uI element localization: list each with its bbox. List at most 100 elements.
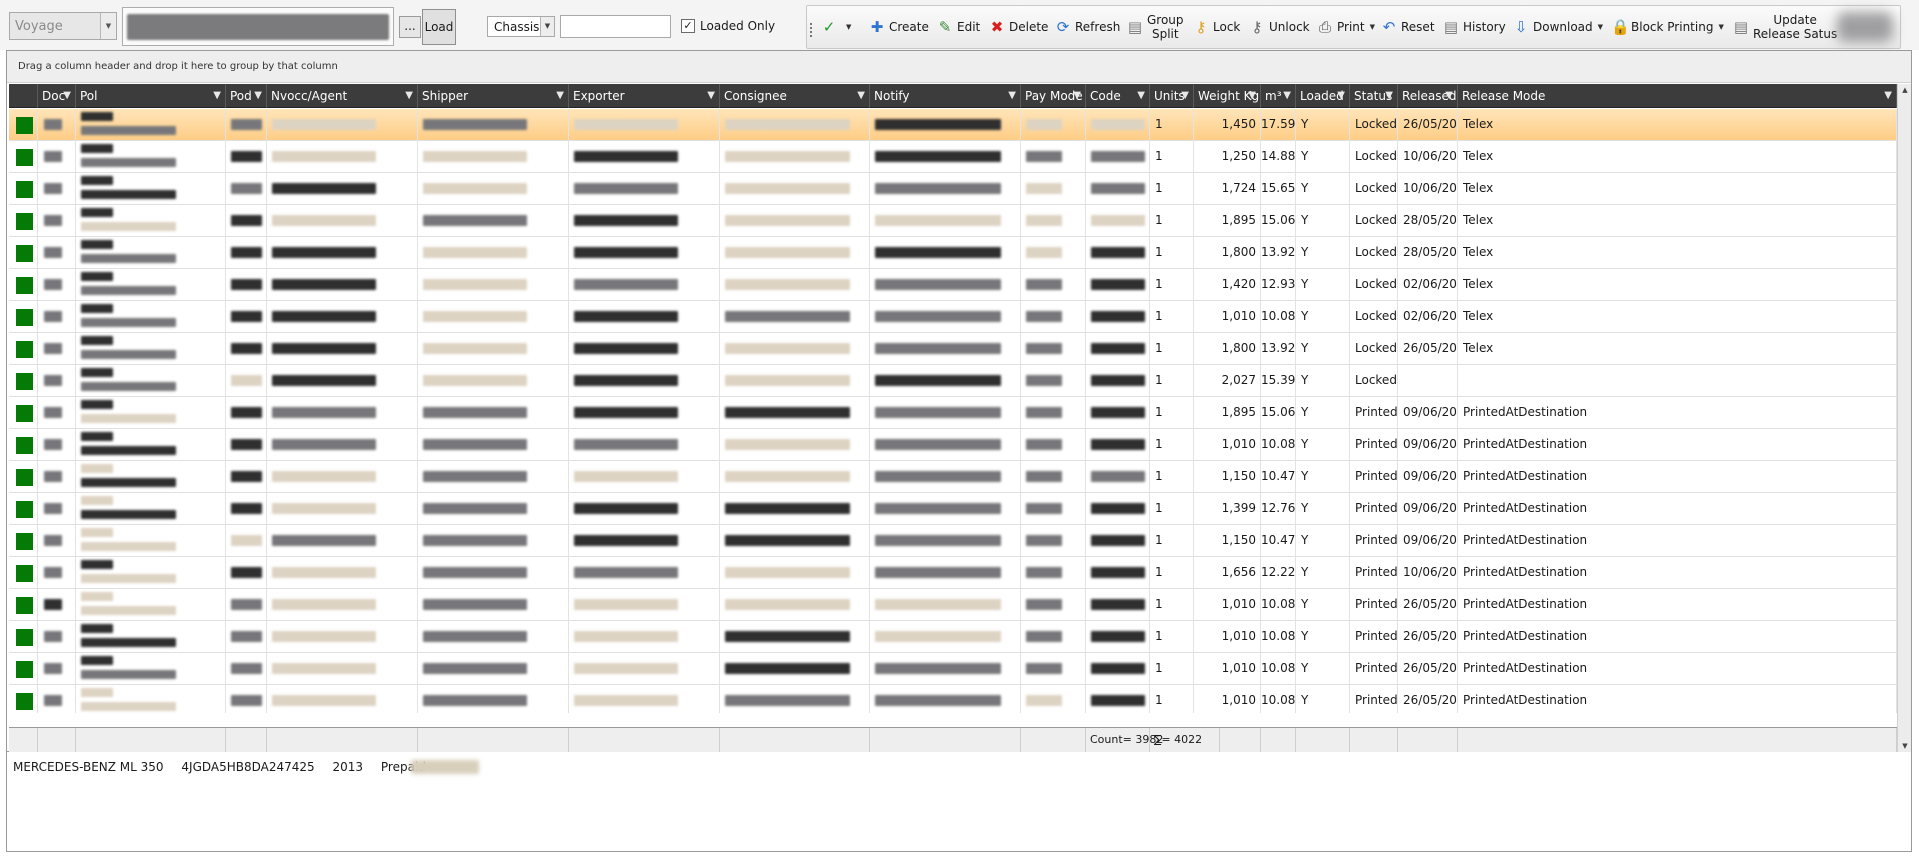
table-row[interactable]: 11,01010.08YPrinted26/05/2021PrintedAtDe… (9, 589, 1897, 621)
cell-exporter[interactable] (569, 685, 720, 713)
filter-icon[interactable]: ▼ (1181, 84, 1189, 108)
cell-shipper[interactable] (418, 141, 569, 172)
cell-release-mode[interactable]: PrintedAtDestination (1458, 429, 1897, 460)
cell-doc[interactable] (38, 557, 76, 588)
cell-loaded[interactable]: Y (1296, 205, 1350, 236)
cell-units[interactable]: 1 (1150, 589, 1194, 620)
cell-pol[interactable] (76, 333, 226, 364)
cell-pod[interactable] (226, 237, 267, 268)
browse-button[interactable]: ... (399, 16, 421, 38)
cell-nvocc-agent[interactable] (267, 429, 418, 460)
cell-release-mode[interactable] (1458, 365, 1897, 396)
cell-release-mode[interactable]: PrintedAtDestination (1458, 557, 1897, 588)
cell-status[interactable]: Printed (1350, 429, 1398, 460)
cell-m3[interactable]: 14.88 (1261, 141, 1296, 172)
cell-doc[interactable] (38, 365, 76, 396)
cell-notify[interactable] (870, 621, 1021, 652)
column-header-status-marker[interactable] (9, 84, 38, 108)
cell-consignee[interactable] (720, 269, 870, 300)
voyage-field[interactable] (122, 7, 394, 46)
cell-weight-kg[interactable]: 1,895 (1194, 205, 1261, 236)
cell-weight-kg[interactable]: 1,724 (1194, 173, 1261, 204)
cell-exporter[interactable] (569, 269, 720, 300)
cell-notify[interactable] (870, 237, 1021, 268)
cell-status[interactable]: Printed (1350, 461, 1398, 492)
cell-weight-kg[interactable]: 1,800 (1194, 237, 1261, 268)
cell-weight-kg[interactable]: 1,800 (1194, 333, 1261, 364)
cell-units[interactable]: 1 (1150, 301, 1194, 332)
filter-icon[interactable]: ▼ (213, 84, 221, 108)
cell-m3[interactable]: 10.47 (1261, 525, 1296, 556)
cell-pay-mode[interactable] (1021, 397, 1086, 428)
cell-pol[interactable] (76, 653, 226, 684)
cell-loaded[interactable]: Y (1296, 173, 1350, 204)
table-row[interactable]: 11,89515.06YLocked28/05/2021Telex (9, 205, 1897, 237)
load-button[interactable]: Load (422, 9, 456, 45)
cell-units[interactable]: 1 (1150, 141, 1194, 172)
cell-doc[interactable] (38, 141, 76, 172)
group-split-button[interactable]: ▤ Group Split (1127, 6, 1184, 48)
cell-pay-mode[interactable] (1021, 173, 1086, 204)
cell-status[interactable]: Printed (1350, 653, 1398, 684)
cell-code[interactable] (1086, 109, 1150, 140)
filter-icon[interactable]: ▼ (405, 84, 413, 108)
cell-notify[interactable] (870, 525, 1021, 556)
cell-shipper[interactable] (418, 301, 569, 332)
cell-nvocc-agent[interactable] (267, 397, 418, 428)
cell-m3[interactable]: 15.65 (1261, 173, 1296, 204)
cell-pod[interactable] (226, 141, 267, 172)
cell-pod[interactable] (226, 493, 267, 524)
cell-pod[interactable] (226, 557, 267, 588)
column-header-m3[interactable]: m³ ▼ (1261, 84, 1296, 108)
cell-pol[interactable] (76, 429, 226, 460)
cell-release-mode[interactable]: PrintedAtDestination (1458, 653, 1897, 684)
cell-units[interactable]: 1 (1150, 525, 1194, 556)
cell-units[interactable]: 1 (1150, 173, 1194, 204)
filter-icon[interactable]: ▼ (1337, 84, 1345, 108)
cell-units[interactable]: 1 (1150, 269, 1194, 300)
column-header-nvocc-agent[interactable]: Nvocc/Agent ▼ (267, 84, 418, 108)
cell-notify[interactable] (870, 173, 1021, 204)
cell-release-mode[interactable]: PrintedAtDestination (1458, 525, 1897, 556)
cell-loaded[interactable]: Y (1296, 269, 1350, 300)
block-printing-button[interactable]: 🔒 Block Printing ▼ (1611, 6, 1724, 48)
cell-status-marker[interactable] (9, 493, 38, 524)
cell-units[interactable]: 1 (1150, 205, 1194, 236)
column-header-notify[interactable]: Notify ▼ (870, 84, 1021, 108)
cell-pol[interactable] (76, 461, 226, 492)
cell-status[interactable]: Locked (1350, 365, 1398, 396)
cell-released[interactable]: 09/06/2021 (1398, 397, 1458, 428)
cell-nvocc-agent[interactable] (267, 109, 418, 140)
cell-doc[interactable] (38, 461, 76, 492)
cell-pol[interactable] (76, 685, 226, 713)
filter-icon[interactable]: ▼ (1283, 84, 1291, 108)
cell-released[interactable]: 10/06/2021 (1398, 557, 1458, 588)
column-header-exporter[interactable]: Exporter ▼ (569, 84, 720, 108)
cell-code[interactable] (1086, 429, 1150, 460)
table-row[interactable]: 11,42012.93YLocked02/06/2021Telex (9, 269, 1897, 301)
cell-nvocc-agent[interactable] (267, 365, 418, 396)
cell-weight-kg[interactable]: 1,656 (1194, 557, 1261, 588)
cell-doc[interactable] (38, 653, 76, 684)
cell-code[interactable] (1086, 269, 1150, 300)
cell-shipper[interactable] (418, 269, 569, 300)
cell-consignee[interactable] (720, 109, 870, 140)
cell-nvocc-agent[interactable] (267, 557, 418, 588)
cell-pol[interactable] (76, 205, 226, 236)
cell-consignee[interactable] (720, 653, 870, 684)
cell-code[interactable] (1086, 557, 1150, 588)
cell-status[interactable]: Printed (1350, 397, 1398, 428)
update-release-status-button[interactable]: ▤ Update Release Satus (1733, 6, 1837, 48)
column-header-status[interactable]: Status ▼ (1350, 84, 1398, 108)
cell-status[interactable]: Locked (1350, 333, 1398, 364)
filter-icon[interactable]: ▼ (63, 84, 71, 108)
group-by-panel[interactable]: Drag a column header and drop it here to… (7, 51, 1911, 83)
cell-doc[interactable] (38, 173, 76, 204)
filter-icon[interactable]: ▼ (707, 84, 715, 108)
cell-weight-kg[interactable]: 1,010 (1194, 621, 1261, 652)
column-header-loaded[interactable]: Loaded ▼ (1296, 84, 1350, 108)
cell-pod[interactable] (226, 173, 267, 204)
cell-exporter[interactable] (569, 301, 720, 332)
cell-weight-kg[interactable]: 1,010 (1194, 429, 1261, 460)
cell-notify[interactable] (870, 653, 1021, 684)
